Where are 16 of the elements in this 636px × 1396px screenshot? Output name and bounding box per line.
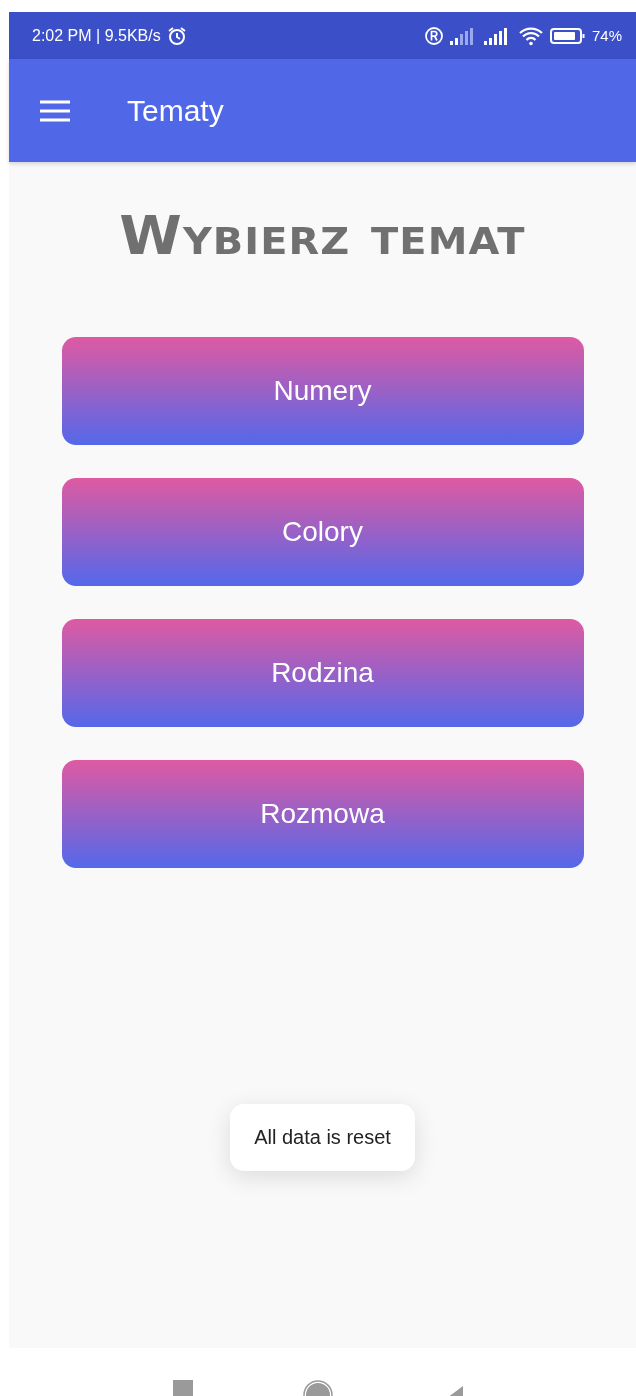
alarm-clock-icon [166, 25, 187, 46]
page-heading: Wybierz temat [119, 204, 526, 267]
topic-button[interactable]: Colory [61, 478, 584, 586]
battery-icon [549, 26, 586, 45]
home-icon[interactable] [302, 1380, 333, 1396]
battery-percent: 74% [591, 27, 622, 44]
wifi-icon [517, 25, 544, 46]
status-text: 2:02 PM | 9.5KB/s [32, 26, 161, 45]
registered-icon [423, 25, 444, 46]
topic-button[interactable]: Numery [61, 337, 584, 445]
toast-message: All data is reset [230, 1104, 415, 1171]
topic-button[interactable]: Rodzina [61, 619, 584, 727]
menu-button[interactable] [39, 99, 71, 122]
recent-apps-icon[interactable] [172, 1380, 193, 1396]
app-title: Tematy [127, 93, 224, 128]
topic-button[interactable]: Rozmowa [61, 760, 584, 868]
